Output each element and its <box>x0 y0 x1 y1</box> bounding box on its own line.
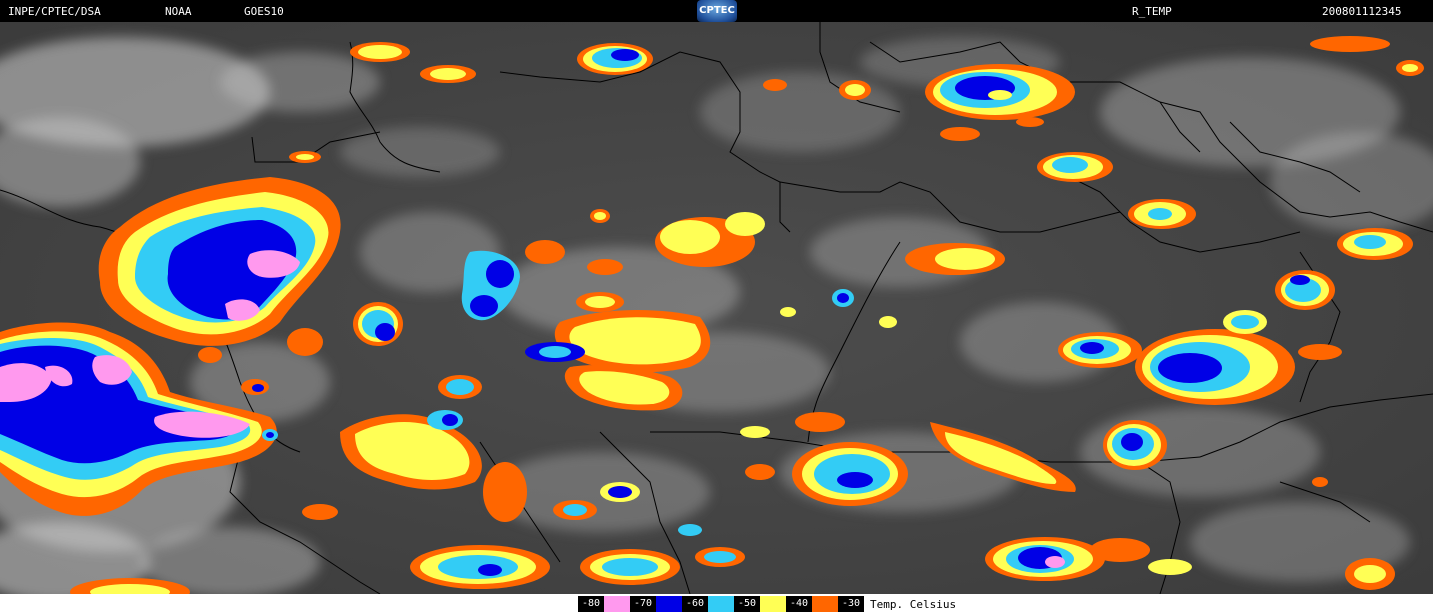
storm-cell-south-5 <box>600 482 640 502</box>
satellite-label: GOES10 <box>244 5 284 18</box>
header-bar: INPE/CPTEC/DSA NOAA GOES10 CPTEC R_TEMP … <box>0 0 1433 22</box>
storm-cell-east-2 <box>1275 270 1335 310</box>
legend-label-minus70: -70 <box>630 596 656 612</box>
satellite-image-page: INPE/CPTEC/DSA NOAA GOES10 CPTEC R_TEMP … <box>0 0 1433 614</box>
source-label: INPE/CPTEC/DSA <box>8 5 101 18</box>
storm-cell-northeast-2 <box>1037 152 1113 182</box>
datetime-label: 200801112345 <box>1322 5 1402 18</box>
temperature-legend: -80 -70 -60 -50 -40 -30 Temp. Celsius <box>578 595 956 613</box>
legend-label-minus30: -30 <box>838 596 864 612</box>
storm-cell-center-5 <box>905 243 1005 275</box>
product-label: R_TEMP <box>1132 5 1172 18</box>
legend-label-minus80: -80 <box>578 596 604 612</box>
storm-cell-south-3 <box>410 545 550 589</box>
storm-cell-southeast-1 <box>1103 420 1167 470</box>
agency-label: NOAA <box>165 5 192 18</box>
storm-cell-south-1 <box>985 537 1105 581</box>
storm-cell-east-4 <box>1058 332 1142 368</box>
legend-bar: -80 -70 -60 -50 -40 -30 Temp. Celsius <box>0 594 1433 614</box>
legend-swatch-minus60 <box>708 596 734 612</box>
enhanced-ir-image <box>0 22 1433 594</box>
satellite-map <box>0 22 1433 594</box>
legend-unit-label: Temp. Celsius <box>870 597 957 611</box>
storm-cell-north-3 <box>420 65 476 83</box>
storm-cell-north-2 <box>350 42 410 62</box>
legend-swatch-minus50 <box>760 596 786 612</box>
storm-cell-northeast-1 <box>925 64 1075 120</box>
storm-cell-south-6 <box>695 547 745 567</box>
storm-cell-north-1 <box>577 43 653 75</box>
storm-cell-northeast-3 <box>1128 199 1196 229</box>
cptec-logo: CPTEC <box>697 0 737 22</box>
legend-swatch-minus70 <box>656 596 682 612</box>
legend-label-minus50: -50 <box>734 596 760 612</box>
storm-cell-south-4 <box>580 549 680 585</box>
legend-swatch-minus40 <box>812 596 838 612</box>
storm-cell-south-2 <box>1345 558 1395 590</box>
storm-cell-center-1 <box>792 442 908 506</box>
storm-cell-east-1 <box>1337 228 1413 260</box>
legend-label-minus40: -40 <box>786 596 812 612</box>
legend-swatch-minus80 <box>604 596 630 612</box>
storm-cell-center-7 <box>353 302 403 346</box>
legend-label-minus60: -60 <box>682 596 708 612</box>
